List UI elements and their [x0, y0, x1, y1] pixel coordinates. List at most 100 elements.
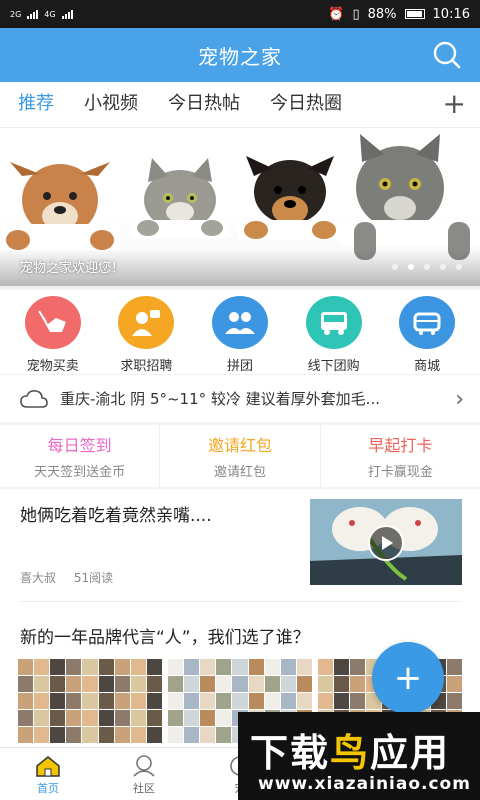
photo-tile — [318, 659, 334, 675]
promo-invite-redpacket[interactable]: 邀请红包 邀请红包 — [160, 425, 321, 487]
article-author: 喜大叔 — [20, 571, 57, 585]
photo-tile — [216, 659, 232, 675]
nav-home[interactable]: 首页 — [0, 748, 96, 800]
status-right: ⏰ ▯ 88% 10:16 — [328, 7, 470, 22]
photo-tile — [114, 710, 130, 726]
photo-tile — [18, 659, 34, 675]
photo-tile — [130, 693, 146, 709]
service-label: 拼团 — [226, 359, 253, 374]
photo-tile — [216, 727, 232, 743]
photo-tile — [446, 693, 462, 709]
chevron-right-icon[interactable]: › — [455, 387, 464, 412]
photo-tile — [66, 693, 82, 709]
photo-tile — [264, 676, 280, 692]
add-tab-icon[interactable]: + — [443, 90, 466, 118]
category-tabs: 推荐 小视频 今日热帖 今日热圈 + — [0, 82, 480, 128]
tab-hot-circles[interactable]: 今日热圈 — [270, 82, 342, 128]
photo-tile — [98, 659, 114, 675]
group-icon — [211, 296, 268, 349]
photo-tile — [82, 727, 98, 743]
photo-tile — [350, 676, 366, 692]
photo-tile — [334, 659, 350, 675]
photo-tile — [114, 727, 130, 743]
carousel-indicator — [392, 264, 462, 270]
photo-tile — [66, 659, 82, 675]
article-title: 新的一年品牌代言“人”，我们选了谁？ — [20, 628, 310, 648]
compose-button[interactable]: + — [372, 642, 444, 714]
photo-tile — [114, 693, 130, 709]
tab-short-video[interactable]: 小视频 — [84, 82, 138, 128]
photo-tile — [318, 693, 334, 709]
photo-tile — [146, 710, 162, 726]
weather-bar[interactable]: 重庆-渝北 阴 5°~11° 较冷 建议着厚外套加毛... › — [0, 374, 480, 422]
photo-tile — [18, 727, 34, 743]
photo-tile — [50, 693, 66, 709]
carousel-dot[interactable] — [424, 264, 430, 270]
photo-tile — [130, 676, 146, 692]
video-thumbnail[interactable] — [310, 499, 462, 585]
photo-tile — [200, 710, 216, 726]
shop-icon — [399, 296, 456, 349]
service-offline-deals[interactable]: 线下团购 — [291, 296, 377, 374]
photo-mosaic[interactable] — [18, 659, 162, 743]
photo-tile — [184, 693, 200, 709]
photo-tile — [184, 710, 200, 726]
promo-early-checkin[interactable]: 早起打卡 打卡赢现金 — [321, 425, 480, 487]
photo-tile — [296, 693, 312, 709]
photo-tile — [98, 727, 114, 743]
carousel-dot[interactable] — [440, 264, 446, 270]
gray-cat-illustration — [340, 134, 480, 260]
photo-tile — [18, 693, 34, 709]
divider — [20, 601, 462, 602]
cloud-icon — [20, 389, 48, 408]
search-icon[interactable] — [432, 40, 462, 70]
nav-community[interactable]: 社区 — [96, 748, 192, 800]
carousel-dot[interactable] — [392, 264, 398, 270]
service-pet-trade[interactable]: 宠物买卖 — [10, 296, 96, 374]
photo-tile — [114, 676, 130, 692]
photo-tile — [18, 676, 34, 692]
photo-tile — [232, 676, 248, 692]
photo-tile — [82, 676, 98, 692]
photo-tile — [200, 676, 216, 692]
photo-tile — [34, 693, 50, 709]
tab-hot-posts[interactable]: 今日热帖 — [168, 82, 240, 128]
service-group-buy[interactable]: 拼团 — [197, 296, 283, 374]
photo-tile — [184, 659, 200, 675]
dog-illustration — [0, 162, 120, 250]
job-icon — [118, 296, 175, 349]
promo-title: 邀请红包 — [207, 436, 272, 455]
play-button[interactable] — [368, 525, 404, 561]
photo-tile — [318, 676, 334, 692]
photo-tile — [280, 693, 296, 709]
photo-tile — [98, 693, 114, 709]
watermark-text: 下载鸟应用 — [250, 722, 450, 777]
feed-item[interactable]: 她俩吃着吃着竟然亲嘴.... 喜大叔 51阅读 — [0, 489, 480, 601]
weather-text: 重庆-渝北 阴 5°~11° 较冷 建议着厚外套加毛... — [60, 390, 380, 408]
carousel-dot[interactable] — [456, 264, 462, 270]
network-type-2: 4G — [44, 9, 56, 19]
carousel-dot-active[interactable] — [408, 264, 414, 270]
photo-tile — [184, 676, 200, 692]
community-icon — [133, 755, 155, 777]
photo-tile — [66, 710, 82, 726]
service-label: 求职招聘 — [120, 359, 173, 374]
photo-tile — [264, 659, 280, 675]
promo-title: 每日签到 — [47, 436, 112, 455]
service-jobs[interactable]: 求职招聘 — [103, 296, 189, 374]
tab-recommend[interactable]: 推荐 — [18, 82, 54, 128]
promo-daily-checkin[interactable]: 每日签到 天天签到送金币 — [0, 425, 161, 487]
photo-tile — [146, 676, 162, 692]
service-grid: 宠物买卖 求职招聘 拼团 线下团购 商城 — [0, 290, 480, 374]
photo-tile — [200, 659, 216, 675]
service-label: 宠物买卖 — [26, 359, 79, 374]
dog-leash-icon — [24, 296, 81, 349]
banner-carousel[interactable]: 宠物之家欢迎您！ — [0, 128, 480, 286]
watermark-accent: 鸟 — [330, 731, 371, 775]
photo-tile — [264, 693, 280, 709]
photo-tile — [66, 727, 82, 743]
signal-icon — [27, 9, 39, 19]
service-label: 线下团购 — [307, 359, 360, 374]
nav-label: 首页 — [37, 782, 59, 795]
service-mall[interactable]: 商城 — [384, 296, 470, 374]
